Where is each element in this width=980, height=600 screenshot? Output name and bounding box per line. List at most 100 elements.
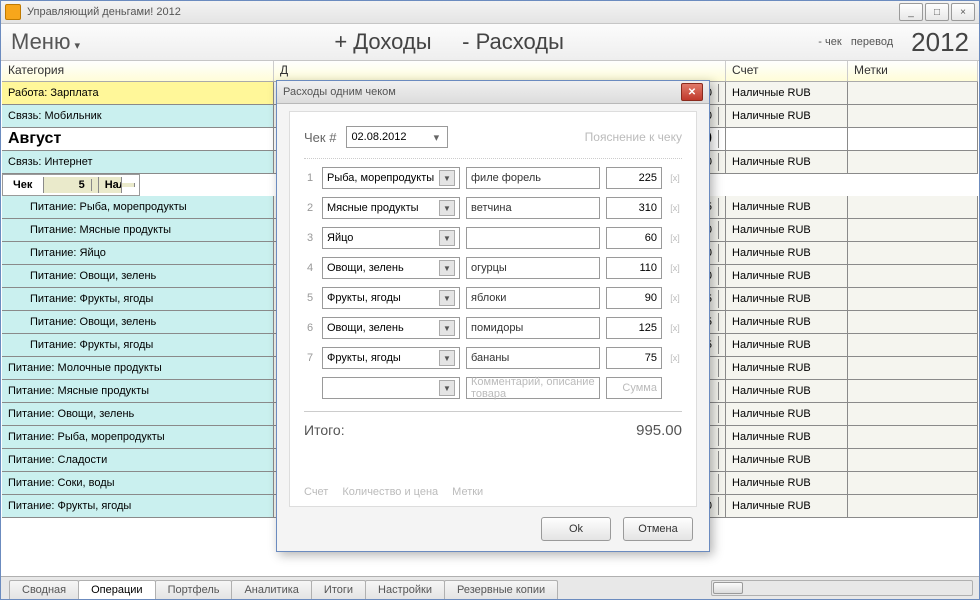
cell-tags xyxy=(848,311,978,333)
cell-category: Питание: Мясные продукты xyxy=(2,219,274,241)
category-select[interactable]: Рыба, морепродукты▼ xyxy=(322,167,460,189)
tab-Сводная[interactable]: Сводная xyxy=(9,580,79,599)
amount-input[interactable]: 125 xyxy=(606,317,662,339)
delete-line-button[interactable]: [x] xyxy=(668,293,682,303)
check-line: 2Мясные продукты▼ветчина310[x] xyxy=(304,197,682,219)
add-income-button[interactable]: + Доходы xyxy=(334,29,431,54)
cell-account: Наличные RUB xyxy=(726,219,848,241)
cell-account: Наличные RUB xyxy=(726,472,848,494)
delete-line-button[interactable]: [x] xyxy=(668,323,682,333)
category-select[interactable]: .▼ xyxy=(322,377,460,399)
delete-line-button[interactable]: [x] xyxy=(668,173,682,183)
dialog-link[interactable]: Счет xyxy=(304,486,328,498)
amount-input[interactable]: 225 xyxy=(606,167,662,189)
total-value: 995.00 xyxy=(636,422,682,439)
cell-tags xyxy=(848,128,978,150)
tab-Настройки[interactable]: Настройки xyxy=(365,580,445,599)
cell-tags xyxy=(848,242,978,264)
col-category[interactable]: Категория xyxy=(2,61,274,81)
check-note-hint[interactable]: Пояснение к чеку xyxy=(585,130,682,144)
description-input[interactable]: ветчина xyxy=(466,197,600,219)
titlebar[interactable]: Управляющий деньгами! 2012 _ □ × xyxy=(1,1,979,24)
maximize-button[interactable]: □ xyxy=(925,3,949,21)
horizontal-scrollbar[interactable] xyxy=(711,580,973,596)
cell-category: Питание: Фрукты, ягоды xyxy=(2,288,274,310)
amount-input[interactable]: 110 xyxy=(606,257,662,279)
description-input[interactable]: огурцы xyxy=(466,257,600,279)
tab-Итоги[interactable]: Итоги xyxy=(311,580,366,599)
description-input[interactable] xyxy=(466,227,600,249)
chevron-down-icon: ▾ xyxy=(429,131,443,144)
cell-tags xyxy=(848,82,978,104)
category-select[interactable]: Овощи, зелень▼ xyxy=(322,317,460,339)
chevron-down-icon: ▼ xyxy=(439,350,455,366)
dialog-body: Чек # 02.08.2012 ▾ Пояснение к чеку 1Рыб… xyxy=(289,111,697,507)
cancel-button[interactable]: Отмена xyxy=(623,517,693,541)
description-input[interactable]: бананы xyxy=(466,347,600,369)
add-check-button[interactable]: - чек xyxy=(818,36,841,48)
amount-input[interactable]: 75 xyxy=(606,347,662,369)
description-input[interactable]: Комментарий, описание товара xyxy=(466,377,600,399)
col-date[interactable]: Д xyxy=(274,61,726,81)
dialog-link[interactable]: Метки xyxy=(452,486,483,498)
add-expense-button[interactable]: - Расходы xyxy=(462,29,564,54)
cell-account: Наличные RU xyxy=(99,177,122,193)
cell-tags xyxy=(122,183,135,187)
check-line: 3Яйцо▼60[x] xyxy=(304,227,682,249)
tab-Аналитика[interactable]: Аналитика xyxy=(231,580,311,599)
amount-input[interactable]: 310 xyxy=(606,197,662,219)
table-row[interactable]: Чек5Наличные RU xyxy=(2,174,140,196)
close-button[interactable]: × xyxy=(951,3,975,21)
bottom-tabs: СводнаяОперацииПортфельАналитикаИтогиНас… xyxy=(1,576,979,599)
tab-Операции[interactable]: Операции xyxy=(78,580,155,599)
add-transfer-button[interactable]: перевод xyxy=(851,36,893,48)
year-label[interactable]: 2012 xyxy=(911,27,969,58)
cell-category: Питание: Рыба, морепродукты xyxy=(2,196,274,218)
delete-line-button[interactable]: [x] xyxy=(668,203,682,213)
amount-input[interactable]: 60 xyxy=(606,227,662,249)
cell-category: Август xyxy=(2,128,274,150)
description-input[interactable]: помидоры xyxy=(466,317,600,339)
cell-category: Питание: Овощи, зелень xyxy=(2,311,274,333)
category-select[interactable]: Фрукты, ягоды▼ xyxy=(322,347,460,369)
cell-category: Чек xyxy=(7,177,44,193)
check-line: 4Овощи, зелень▼огурцы110[x] xyxy=(304,257,682,279)
cell-category: Питание: Рыба, морепродукты xyxy=(2,426,274,448)
category-select[interactable]: Овощи, зелень▼ xyxy=(322,257,460,279)
col-tags[interactable]: Метки xyxy=(848,61,978,81)
minimize-button[interactable]: _ xyxy=(899,3,923,21)
check-line: 7Фрукты, ягоды▼бананы75[x] xyxy=(304,347,682,369)
check-date-field[interactable]: 02.08.2012 ▾ xyxy=(346,126,448,148)
delete-line-button[interactable]: [x] xyxy=(668,353,682,363)
dialog-titlebar[interactable]: Расходы одним чеком ✕ xyxy=(277,81,709,104)
cell-tags xyxy=(848,426,978,448)
menu-button[interactable]: Меню▾ xyxy=(11,29,80,55)
chevron-down-icon: ▼ xyxy=(439,170,455,186)
description-input[interactable]: филе форель xyxy=(466,167,600,189)
category-select[interactable]: Яйцо▼ xyxy=(322,227,460,249)
description-input[interactable]: яблоки xyxy=(466,287,600,309)
cell-tags xyxy=(848,334,978,356)
cell-category: Питание: Яйцо xyxy=(2,242,274,264)
tab-Резервные копии[interactable]: Резервные копии xyxy=(444,580,558,599)
amount-input[interactable]: 90 xyxy=(606,287,662,309)
cell-category: Питание: Мясные продукты xyxy=(2,380,274,402)
category-select[interactable]: Фрукты, ягоды▼ xyxy=(322,287,460,309)
cell-account xyxy=(726,128,848,150)
cell-category: Связь: Интернет xyxy=(2,151,274,173)
cell-account: Наличные RUB xyxy=(726,449,848,471)
col-account[interactable]: Счет xyxy=(726,61,848,81)
dialog-title: Расходы одним чеком xyxy=(283,86,396,98)
expense-check-dialog: Расходы одним чеком ✕ Чек # 02.08.2012 ▾… xyxy=(276,80,710,552)
cell-account: Наличные RUB xyxy=(726,151,848,173)
dialog-close-button[interactable]: ✕ xyxy=(681,83,703,101)
amount-input[interactable]: Сумма xyxy=(606,377,662,399)
dialog-link[interactable]: Количество и цена xyxy=(342,486,438,498)
ok-button[interactable]: Ok xyxy=(541,517,611,541)
cell-tags xyxy=(848,288,978,310)
category-select[interactable]: Мясные продукты▼ xyxy=(322,197,460,219)
delete-line-button[interactable]: [x] xyxy=(668,233,682,243)
cell-tags xyxy=(848,380,978,402)
tab-Портфель[interactable]: Портфель xyxy=(155,580,233,599)
delete-line-button[interactable]: [x] xyxy=(668,263,682,273)
